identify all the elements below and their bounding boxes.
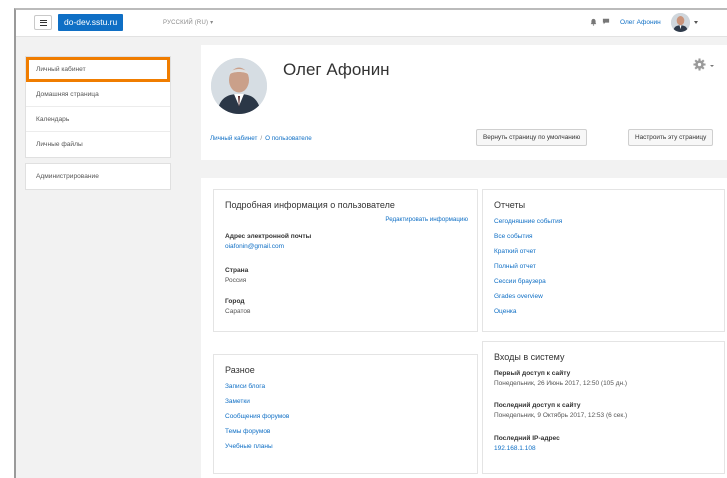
email-field: Адрес электронной почты oiafonin@gmail.c… <box>225 233 311 250</box>
report-link-all-events[interactable]: Все события <box>494 229 562 244</box>
city-field: Город Саратов <box>225 298 250 315</box>
login-activity-panel: Входы в систему Первый доступ к сайту По… <box>482 341 725 474</box>
customize-page-button[interactable]: Настроить эту страницу <box>628 129 714 146</box>
last-ip-link[interactable]: 192.168.1.108 <box>494 445 560 452</box>
gear-icon[interactable] <box>693 58 706 71</box>
reports-panel: Отчеты Сегодняшние события Все события К… <box>482 189 725 332</box>
site-name-link[interactable]: do-dev.sstu.ru <box>58 14 124 31</box>
sidebar-navigation: Личный кабинет Домашняя страница Календа… <box>25 56 171 158</box>
profile-full-name: Олег Афонин <box>283 60 390 79</box>
user-details-panel: Подробная информация о пользователе Реда… <box>213 189 478 332</box>
last-ip-group: Последний IP-адрес 192.168.1.108 <box>494 435 560 452</box>
last-access-group: Последний доступ к сайту Понедельник, 9 … <box>494 402 627 419</box>
first-access-group: Первый доступ к сайту Понедельник, 26 Ию… <box>494 370 627 387</box>
messages-icon[interactable] <box>602 18 610 25</box>
last-access-value: Понедельник, 9 Октябрь 2017, 12:53 (6 се… <box>494 412 628 419</box>
breadcrumb: Личный кабинет / О пользователе <box>210 135 312 142</box>
notifications-bell-icon[interactable] <box>590 18 597 26</box>
language-menu[interactable]: РУССКИЙ (RU) ▾ <box>163 19 213 26</box>
city-label: Город <box>225 298 245 305</box>
profile-picture <box>211 58 267 114</box>
breadcrumb-separator: / <box>260 135 263 142</box>
user-details-title: Подробная информация о пользователе <box>225 200 395 210</box>
top-navbar: do-dev.sstu.ru РУССКИЙ (RU) ▾ Олег Афони… <box>16 10 727 37</box>
country-field: Страна Россия <box>225 267 248 284</box>
country-value: Россия <box>225 277 247 284</box>
breadcrumb-profile-link[interactable]: О пользователе <box>265 135 312 142</box>
reset-page-button[interactable]: Вернуть страницу по умолчанию <box>476 129 588 146</box>
reports-list: Сегодняшние события Все события Краткий … <box>494 214 562 319</box>
menu-toggle-button[interactable] <box>34 15 52 30</box>
sidebar-item-dashboard[interactable]: Личный кабинет <box>26 57 170 82</box>
report-link-grades-overview[interactable]: Grades overview <box>494 289 562 304</box>
misc-link-notes[interactable]: Заметки <box>225 394 289 409</box>
sidebar-item-home[interactable]: Домашняя страница <box>26 82 170 107</box>
misc-list: Записи блога Заметки Сообщения форумов Т… <box>225 379 289 454</box>
browser-viewport: do-dev.sstu.ru РУССКИЙ (RU) ▾ Олег Афони… <box>14 8 727 478</box>
edit-profile-link[interactable]: Редактировать информацию <box>385 216 468 223</box>
sidebar-item-calendar[interactable]: Календарь <box>26 107 170 132</box>
sidebar-item-private-files[interactable]: Личные файлы <box>26 132 170 157</box>
report-link-browser-sessions[interactable]: Сессии браузера <box>494 274 562 289</box>
report-link-outline[interactable]: Краткий отчет <box>494 244 562 259</box>
misc-link-blog[interactable]: Записи блога <box>225 379 289 394</box>
first-access-label: Первый доступ к сайту <box>494 370 571 377</box>
report-link-complete[interactable]: Полный отчет <box>494 259 562 274</box>
last-access-label: Последний доступ к сайту <box>494 402 581 409</box>
reports-title: Отчеты <box>494 200 526 210</box>
misc-link-forum-posts[interactable]: Сообщения форумов <box>225 409 289 424</box>
first-access-value: Понедельник, 26 Июнь 2017, 12:50 (105 дн… <box>494 380 628 387</box>
chevron-down-icon[interactable] <box>694 21 698 24</box>
email-link[interactable]: oiafonin@gmail.com <box>225 243 311 250</box>
last-ip-label: Последний IP-адрес <box>494 435 560 442</box>
misc-link-forum-topics[interactable]: Темы форумов <box>225 424 289 439</box>
profile-content: Подробная информация о пользователе Реда… <box>201 178 727 478</box>
country-label: Страна <box>225 267 249 274</box>
misc-title: Разное <box>225 365 255 375</box>
misc-link-learning-plans[interactable]: Учебные планы <box>225 439 289 454</box>
chevron-down-icon[interactable] <box>710 65 714 67</box>
city-value: Саратов <box>225 308 251 315</box>
report-link-today[interactable]: Сегодняшние события <box>494 214 562 229</box>
profile-header: Олег Афонин Личный кабинет / О пользовател… <box>201 45 727 160</box>
user-menu-name[interactable]: Олег Афонин <box>620 19 661 26</box>
email-label: Адрес электронной почты <box>225 233 312 240</box>
login-activity-title: Входы в систему <box>494 352 565 362</box>
sidebar-admin-block: Администрирование <box>25 163 171 190</box>
sidebar-item-administration[interactable]: Администрирование <box>26 164 170 189</box>
user-avatar[interactable] <box>671 13 690 32</box>
hamburger-icon <box>39 19 47 26</box>
breadcrumb-dashboard-link[interactable]: Личный кабинет <box>210 135 257 142</box>
report-link-grade[interactable]: Оценка <box>494 304 562 319</box>
misc-panel: Разное Записи блога Заметки Сообщения фо… <box>213 354 478 474</box>
